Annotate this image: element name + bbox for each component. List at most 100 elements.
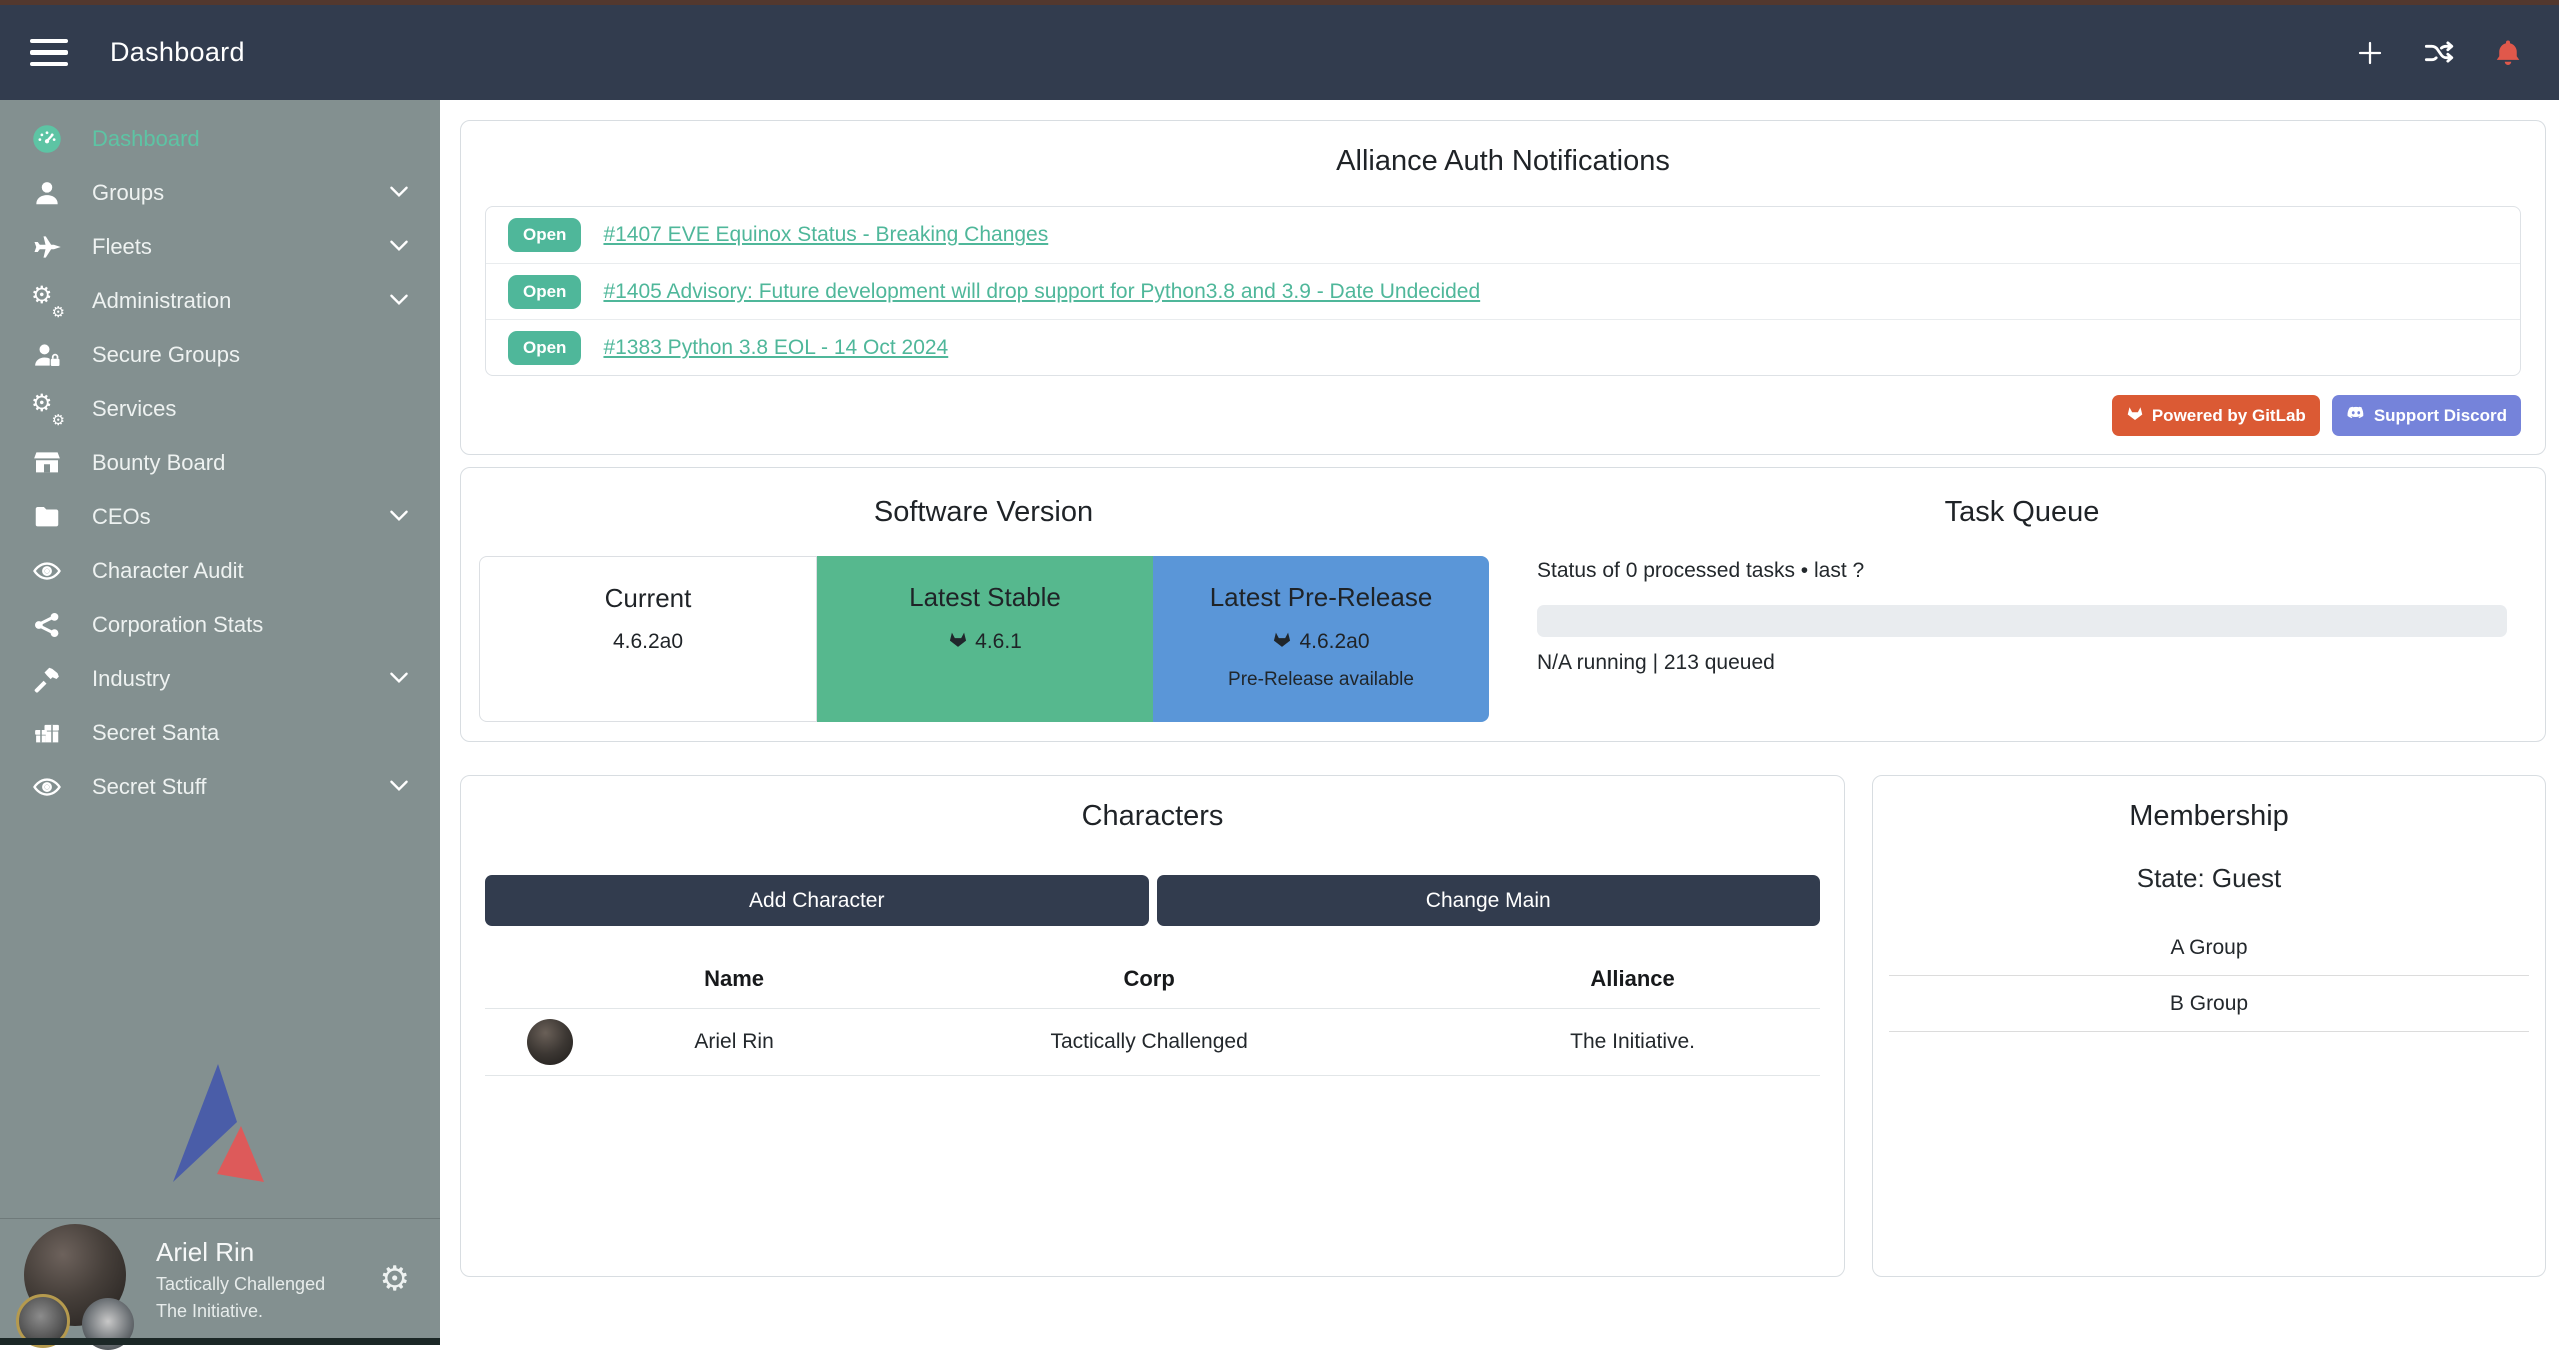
share-icon	[30, 610, 64, 640]
user-icon	[30, 178, 64, 208]
support-discord-badge[interactable]: Support Discord	[2332, 395, 2521, 436]
software-version-card: Software Version Current 4.6.2a0 Latest …	[460, 467, 2546, 742]
page: Dashboard Dashboard	[0, 0, 2559, 1345]
fighter-jet-icon	[30, 232, 64, 262]
sidebar-item-label: Groups	[92, 180, 164, 206]
status-badge: Open	[508, 275, 581, 309]
version-note: Pre-Release available	[1153, 669, 1489, 691]
badge-label: Powered by GitLab	[2152, 406, 2306, 426]
sidebar-item-secret-santa[interactable]: Secret Santa	[0, 706, 440, 760]
main-content: Alliance Auth Notifications Open #1407 E…	[440, 100, 2559, 1345]
avatar	[24, 1224, 134, 1334]
version-box-stable: Latest Stable 4.6.1	[817, 556, 1153, 722]
discord-icon	[2346, 403, 2366, 428]
sidebar-item-label: Secure Groups	[92, 342, 240, 368]
character-corp: Tactically Challenged	[853, 1009, 1445, 1076]
sidebar-item-secret-stuff[interactable]: Secret Stuff	[0, 760, 440, 814]
chevron-down-icon	[386, 232, 412, 263]
badge-label: Support Discord	[2374, 406, 2507, 426]
sidebar-item-label: Secret Santa	[92, 720, 219, 746]
sidebar-item-label: Services	[92, 396, 176, 422]
characters-table: Name Corp Alliance Ariel Rin Tactically …	[485, 954, 1820, 1076]
sidebar-item-label: Secret Stuff	[92, 774, 207, 800]
status-badge: Open	[508, 218, 581, 252]
gauge-icon	[30, 124, 64, 154]
sidebar-item-services[interactable]: ⚙⚙ Services	[0, 382, 440, 436]
gear-icon[interactable]: ⚙	[380, 1262, 410, 1296]
column-header-name: Name	[615, 954, 853, 1009]
sidebar-item-label: Corporation Stats	[92, 612, 263, 638]
user-panel: Ariel Rin Tactically Challenged The Init…	[0, 1220, 440, 1338]
sidebar-item-corporation-stats[interactable]: Corporation Stats	[0, 598, 440, 652]
characters-title: Characters	[461, 800, 1844, 833]
sidebar-item-administration[interactable]: ⚙⚙ Administration	[0, 274, 440, 328]
sidebar-item-label: CEOs	[92, 504, 151, 530]
eye-icon	[30, 556, 64, 586]
gifts-icon	[30, 718, 64, 748]
bell-icon[interactable]	[2493, 38, 2523, 68]
sidebar-item-ceos[interactable]: CEOs	[0, 490, 440, 544]
task-queue-section: Task Queue Status of 0 processed tasks •…	[1517, 468, 2527, 741]
membership-title: Membership	[1873, 800, 2545, 833]
store-icon	[30, 448, 64, 478]
cogs-icon: ⚙⚙	[30, 394, 64, 424]
task-queue-progressbar	[1537, 605, 2507, 637]
notification-link[interactable]: #1383 Python 3.8 EOL - 14 Oct 2024	[603, 336, 948, 360]
sidebar-item-label: Administration	[92, 288, 231, 314]
task-queue-summary: N/A running | 213 queued	[1537, 651, 2507, 675]
page-title: Dashboard	[110, 37, 245, 68]
notification-link[interactable]: #1405 Advisory: Future development will …	[603, 280, 1480, 304]
version-value: 4.6.1	[975, 630, 1022, 654]
notification-row: Open #1383 Python 3.8 EOL - 14 Oct 2024	[486, 319, 2520, 375]
notifications-title: Alliance Auth Notifications	[461, 145, 2545, 178]
version-value: 4.6.2a0	[1299, 630, 1369, 654]
version-box-current: Current 4.6.2a0	[479, 556, 817, 722]
column-header-alliance: Alliance	[1445, 954, 1820, 1009]
powered-by-gitlab-badge[interactable]: Powered by GitLab	[2112, 395, 2320, 436]
notifications-card: Alliance Auth Notifications Open #1407 E…	[460, 120, 2546, 455]
sidebar-item-label: Bounty Board	[92, 450, 225, 476]
change-main-button[interactable]: Change Main	[1157, 875, 1821, 926]
sidebar-item-dashboard[interactable]: Dashboard	[0, 112, 440, 166]
alliance-logo	[161, 1060, 279, 1193]
notification-link[interactable]: #1407 EVE Equinox Status - Breaking Chan…	[603, 223, 1048, 247]
notification-row: Open #1405 Advisory: Future development …	[486, 263, 2520, 319]
membership-groups-list: A Group B Group	[1873, 920, 2545, 1032]
sidebar-item-character-audit[interactable]: Character Audit	[0, 544, 440, 598]
version-label: Latest Pre-Release	[1153, 582, 1489, 613]
character-alliance: The Initiative.	[1445, 1009, 1820, 1076]
sidebar-item-groups[interactable]: Groups	[0, 166, 440, 220]
user-name: Ariel Rin	[156, 1237, 325, 1268]
character-portrait	[527, 1019, 573, 1065]
table-row: Ariel Rin Tactically Challenged The Init…	[485, 1009, 1820, 1076]
hamburger-icon[interactable]	[30, 39, 68, 67]
sidebar-item-bounty-board[interactable]: Bounty Board	[0, 436, 440, 490]
version-boxes: Current 4.6.2a0 Latest Stable 4.6.1 Late…	[479, 556, 1489, 722]
add-icon[interactable]	[2355, 38, 2385, 68]
membership-card: Membership State: Guest A Group B Group	[1872, 775, 2546, 1277]
sidebar-item-label: Character Audit	[92, 558, 244, 584]
version-label: Current	[480, 583, 816, 614]
task-queue-status: Status of 0 processed tasks • last ?	[1537, 559, 2507, 583]
character-name: Ariel Rin	[615, 1009, 853, 1076]
notifications-list: Open #1407 EVE Equinox Status - Breaking…	[485, 206, 2521, 376]
sidebar-item-label: Fleets	[92, 234, 152, 260]
sidebar-item-industry[interactable]: Industry	[0, 652, 440, 706]
sidebar-item-secure-groups[interactable]: Secure Groups	[0, 328, 440, 382]
column-header-corp: Corp	[853, 954, 1445, 1009]
chevron-down-icon	[386, 286, 412, 317]
sidebar-item-label: Industry	[92, 666, 170, 692]
sidebar-item-label: Dashboard	[92, 126, 200, 152]
eye-icon	[30, 772, 64, 802]
cogs-icon: ⚙⚙	[30, 286, 64, 316]
column-header-avatar	[485, 954, 615, 1009]
sidebar-bottom-strip	[0, 1338, 440, 1345]
status-badge: Open	[508, 331, 581, 365]
characters-card: Characters Add Character Change Main Nam…	[460, 775, 1845, 1277]
sidebar-item-fleets[interactable]: Fleets	[0, 220, 440, 274]
add-character-button[interactable]: Add Character	[485, 875, 1149, 926]
shuffle-icon[interactable]	[2423, 37, 2455, 69]
chevron-down-icon	[386, 664, 412, 695]
chevron-down-icon	[386, 502, 412, 533]
user-lock-icon	[30, 340, 64, 370]
